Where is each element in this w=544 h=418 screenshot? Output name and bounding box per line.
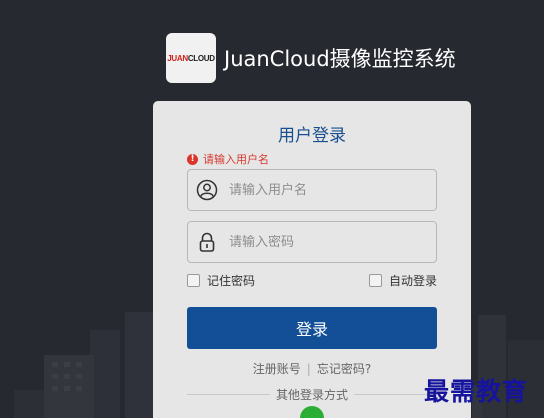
error-message: ! 请输入用户名 — [187, 151, 269, 167]
auto-login-label: 自动登录 — [389, 274, 438, 288]
username-input[interactable] — [229, 182, 419, 198]
remember-password-checkbox[interactable] — [187, 274, 200, 287]
login-card: 用户登录 ! 请输入用户名 记住密码 自动登录 登录 注册账号|忘记密码? 其他 — [153, 101, 471, 418]
logo-text-dark: CLOUD — [187, 53, 215, 63]
remember-password-option[interactable]: 记住密码 — [187, 272, 255, 289]
password-field[interactable] — [187, 221, 437, 263]
error-text: 请输入用户名 — [203, 153, 269, 166]
divider-line-left — [187, 394, 270, 395]
lock-icon — [199, 232, 215, 252]
login-title: 用户登录 — [278, 126, 346, 146]
watermark-text: 最需教育 — [424, 377, 529, 406]
error-icon: ! — [187, 153, 198, 165]
password-input[interactable] — [229, 234, 419, 250]
forgot-password-link[interactable]: 忘记密码? — [317, 362, 371, 376]
app-title: JuanCloud摄像监控系统 — [224, 47, 456, 71]
wechat-icon[interactable] — [300, 406, 324, 418]
logo-text-red: JUAN — [167, 53, 188, 63]
auto-login-checkbox[interactable] — [369, 274, 382, 287]
username-field[interactable] — [187, 169, 437, 211]
auto-login-option[interactable]: 自动登录 — [369, 272, 437, 289]
other-login-divider: 其他登录方式 — [187, 386, 438, 403]
remember-password-label: 记住密码 — [207, 274, 256, 288]
user-icon — [196, 179, 218, 201]
other-login-label: 其他登录方式 — [276, 388, 349, 402]
register-link[interactable]: 注册账号 — [253, 362, 301, 376]
link-separator: | — [306, 362, 311, 376]
app-logo: JUAN CLOUD — [166, 33, 216, 83]
app-header: JUAN CLOUD JuanCloud摄像监控系统 — [166, 33, 456, 83]
login-button[interactable]: 登录 — [187, 307, 437, 349]
